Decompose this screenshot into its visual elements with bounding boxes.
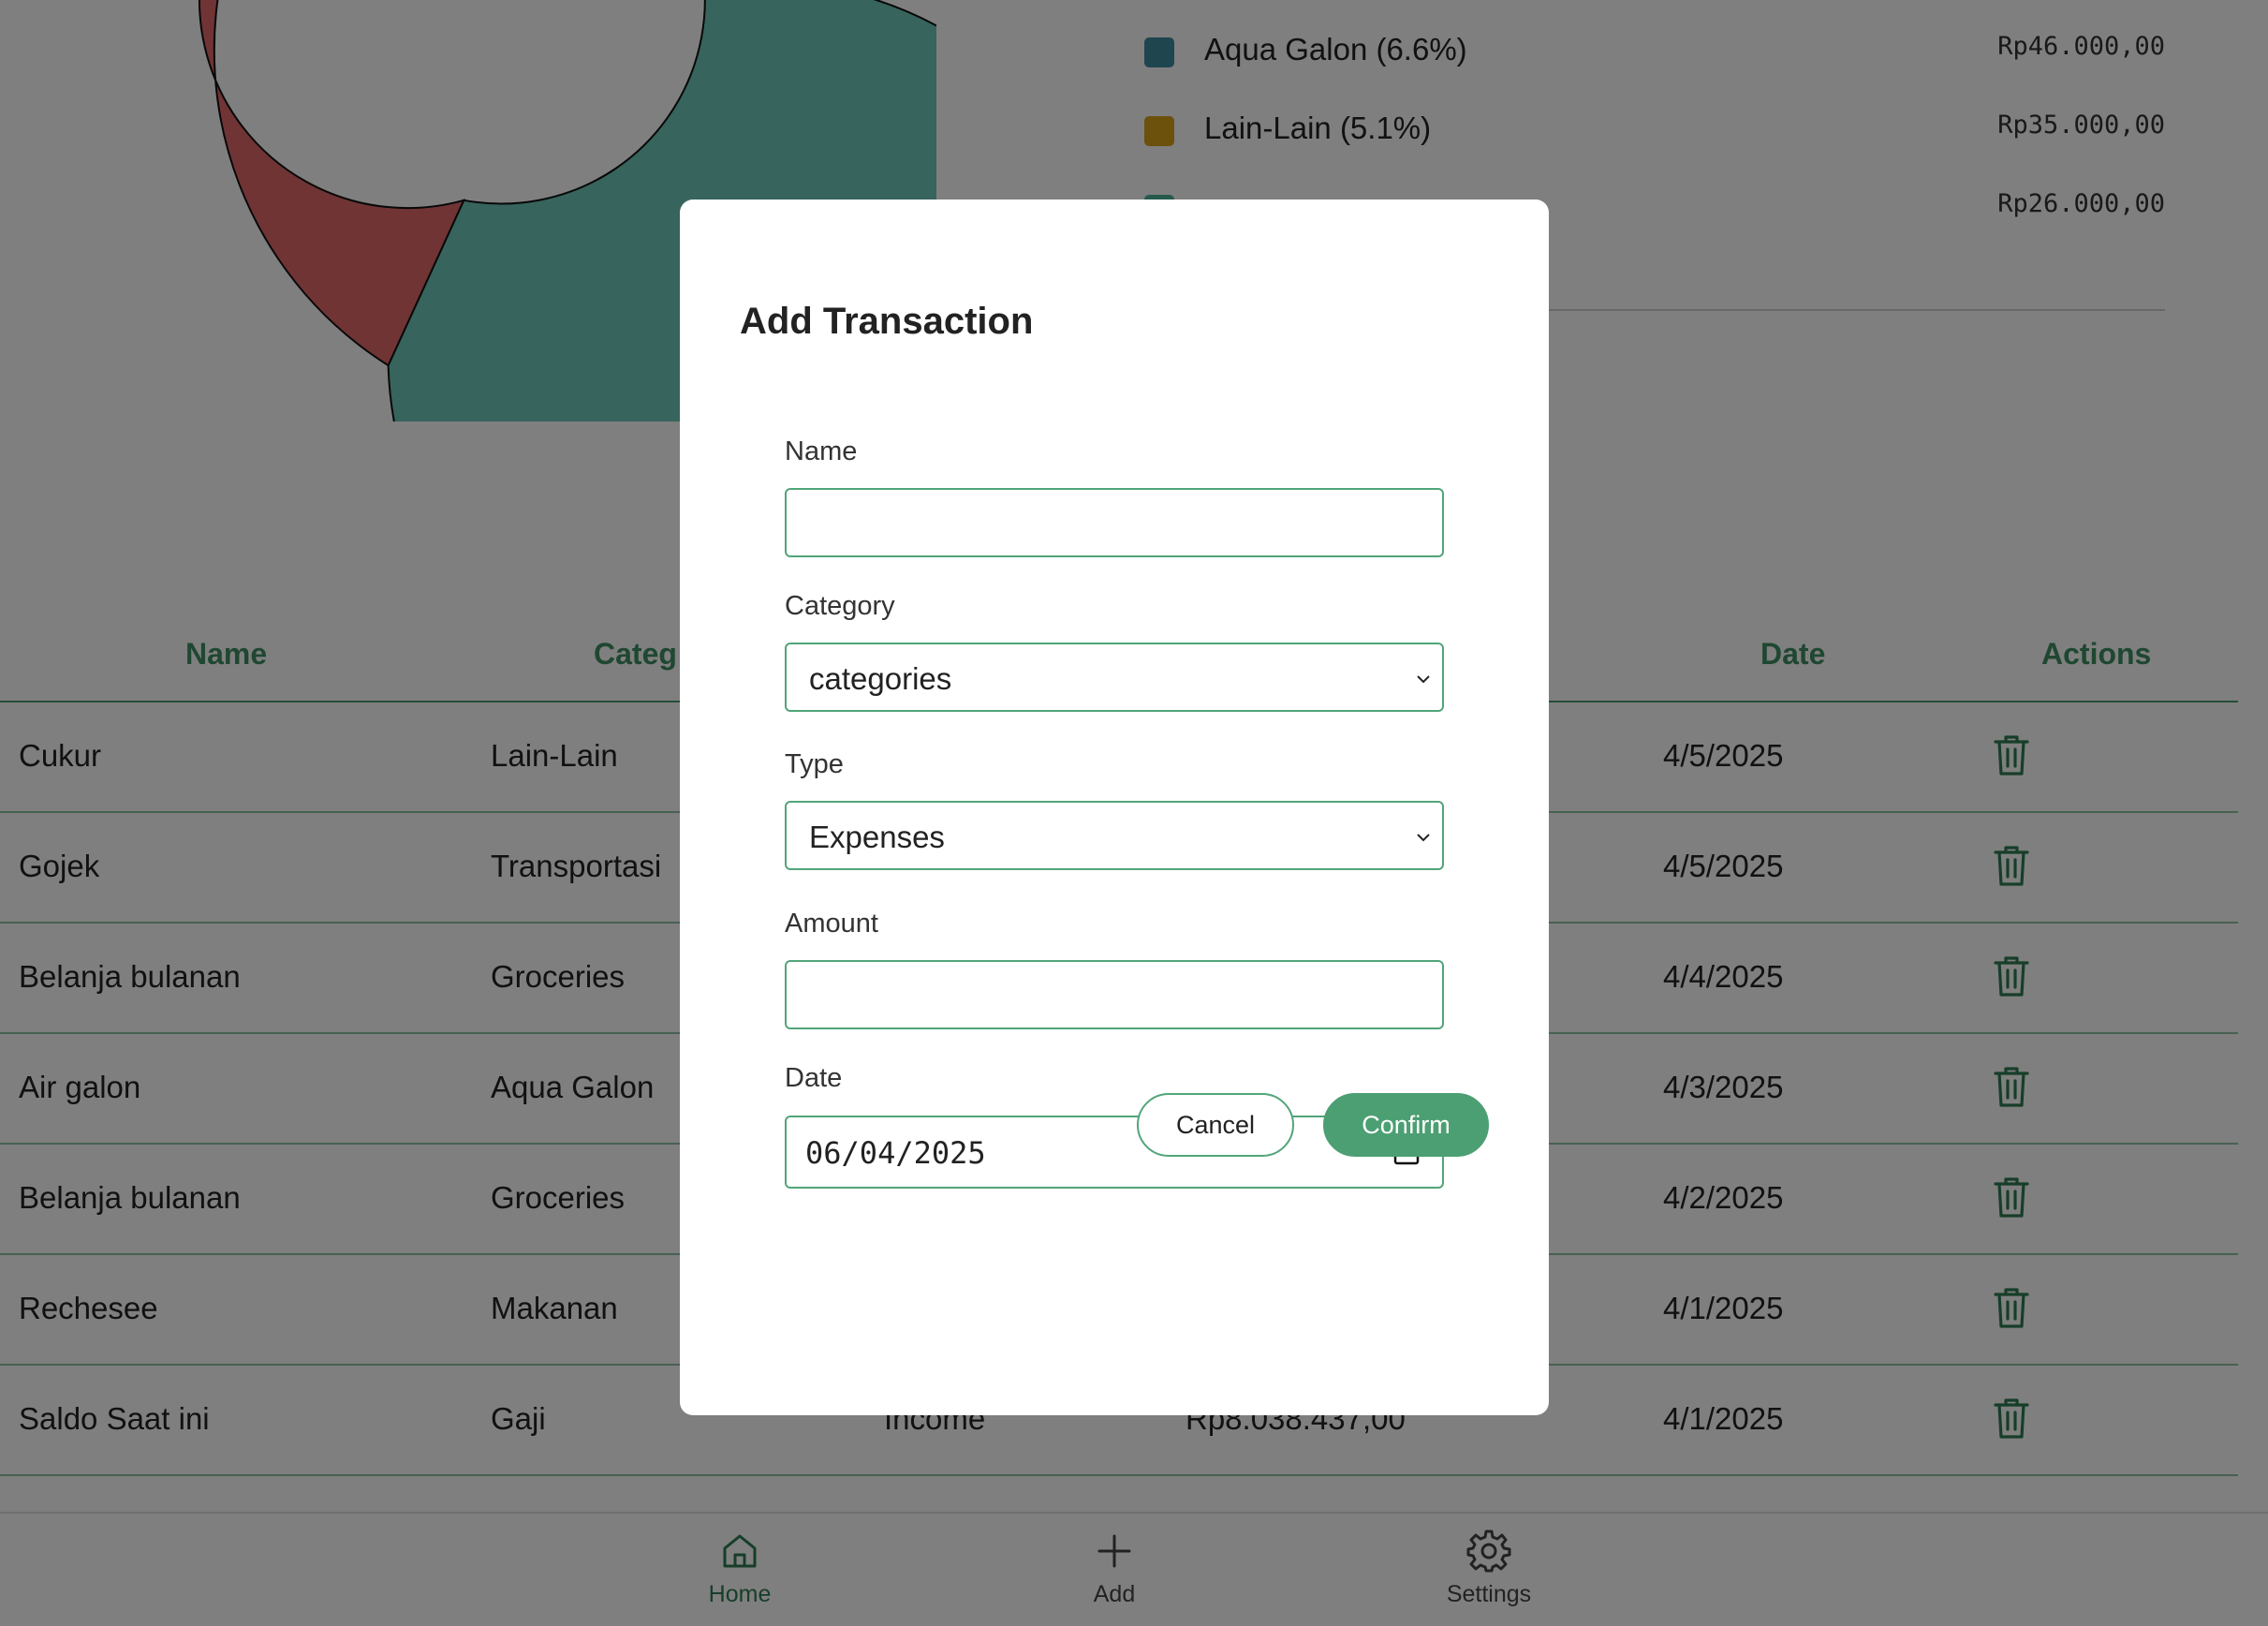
add-transaction-modal: Add Transaction Name Category categories…: [680, 200, 1549, 1415]
type-select-value: Expenses: [809, 820, 945, 854]
confirm-button[interactable]: Confirm: [1323, 1093, 1489, 1157]
modal-title: Add Transaction: [740, 301, 1034, 342]
amount-label: Amount: [785, 909, 878, 939]
category-label: Category: [785, 591, 895, 621]
date-label: Date: [785, 1063, 843, 1093]
date-input-value: 06/04/2025: [805, 1135, 986, 1171]
type-label: Type: [785, 749, 844, 779]
category-select[interactable]: categories: [785, 643, 1444, 712]
chevron-down-icon: [1417, 675, 1430, 684]
category-select-value: categories: [809, 661, 952, 696]
amount-input[interactable]: [785, 960, 1444, 1029]
name-label: Name: [785, 436, 858, 466]
chevron-down-icon: [1417, 834, 1430, 842]
cancel-button[interactable]: Cancel: [1137, 1093, 1294, 1157]
name-input[interactable]: [785, 488, 1444, 557]
type-select[interactable]: Expenses: [785, 801, 1444, 870]
